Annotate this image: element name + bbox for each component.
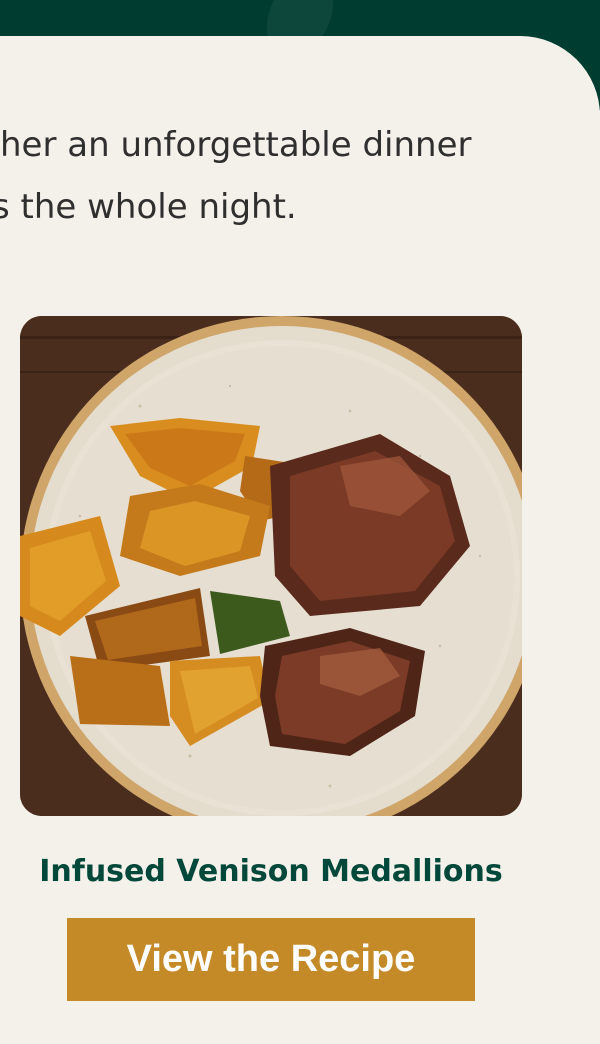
view-recipe-button[interactable]: View the Recipe	[67, 918, 475, 1001]
recipe-image-illustration	[20, 316, 522, 816]
intro-line-1: her an unforgettable dinner	[0, 125, 472, 165]
email-page: her an unforgettable dinner s the whole …	[0, 0, 600, 1044]
intro-line-2: s the whole night.	[0, 187, 297, 227]
intro-paragraph: her an unforgettable dinner s the whole …	[0, 114, 600, 238]
recipe-title[interactable]: Infused Venison Medallions	[0, 852, 542, 892]
recipe-image[interactable]	[20, 316, 522, 816]
